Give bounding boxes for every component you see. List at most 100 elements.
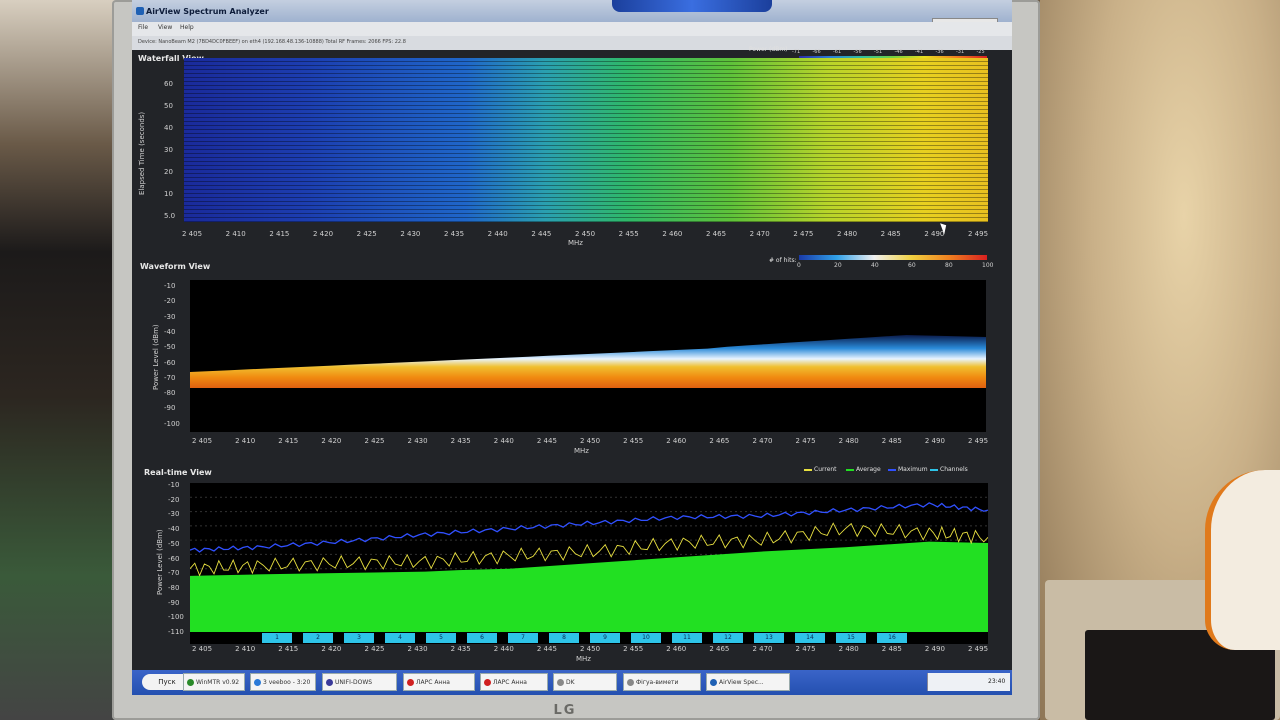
legend-item-maximum: Maximum [888, 466, 928, 473]
channel-marker: 2 [303, 633, 333, 643]
legend-item-average: Average [846, 466, 881, 473]
waveform-ytick: -80 [164, 389, 176, 398]
taskbar-button-label: Фігуа-вимети [636, 679, 679, 686]
realtime-ytick: -110 [168, 628, 184, 636]
waveform-xtick: 2 485 [881, 437, 902, 445]
waveform-svg [190, 335, 986, 388]
waveform-plot[interactable] [190, 280, 986, 432]
waterfall-xtick: 2 460 [662, 230, 683, 238]
waterfall-xtick: 2 475 [793, 230, 814, 238]
waveform-xtick: 2 410 [235, 437, 256, 445]
realtime-xtick: 2 455 [623, 645, 644, 653]
waveform-ytick: -20 [164, 297, 176, 306]
legend-label: Average [856, 466, 881, 473]
menu-help[interactable]: Help [180, 24, 194, 31]
waterfall-xtick: 2 490 [924, 230, 945, 238]
series-maximum [190, 502, 988, 553]
app-icon [484, 679, 491, 686]
waveform-xtick: 2 435 [450, 437, 471, 445]
taskbar-button[interactable]: 3 veeboo - 3:20 [250, 673, 316, 691]
waveform-ytick: -100 [164, 419, 180, 428]
waterfall-ytick: 60 [164, 80, 173, 88]
waterfall-xtick: 2 470 [749, 230, 770, 238]
taskbar-button-label: ЛАРС Анна [416, 679, 450, 686]
waveform-ytick: -50 [164, 343, 176, 352]
monitor-screen: AirView Spectrum Analyzer Reset All Data… [132, 0, 1012, 695]
waterfall-xtick: 2 440 [487, 230, 508, 238]
realtime-xtick: 2 405 [192, 645, 213, 653]
taskbar-button[interactable]: Фігуа-вимети [623, 673, 701, 691]
realtime-xlabel: MHz [576, 655, 591, 663]
hits-colorbar-tick: 40 [871, 262, 879, 269]
waveform-band [190, 335, 986, 388]
waterfall-ytick: 20 [164, 168, 173, 176]
waveform-xtick: 2 470 [752, 437, 773, 445]
realtime-xtick: 2 495 [968, 645, 989, 653]
app-icon [710, 679, 717, 686]
waterfall-ytick: 30 [164, 146, 173, 154]
channel-marker: 3 [344, 633, 374, 643]
waveform-xtick: 2 465 [709, 437, 730, 445]
channel-marker: 15 [836, 633, 866, 643]
power-colorbar-tick: -31 [956, 49, 965, 55]
power-colorbar-tick: -51 [874, 49, 883, 55]
taskbar-button[interactable]: ЛАРС Анна [403, 673, 475, 691]
power-colorbar-tick: -36 [935, 49, 944, 55]
legend-swatch-icon [804, 468, 812, 471]
waterfall-xtick: 2 430 [400, 230, 421, 238]
taskbar-button[interactable]: DK [553, 673, 617, 691]
waterfall-xtick: 2 435 [444, 230, 465, 238]
taskbar-button[interactable]: AirView Spec... [706, 673, 790, 691]
hits-colorbar-tick: 0 [797, 262, 801, 269]
channel-marker: 14 [795, 633, 825, 643]
taskbar-button[interactable]: WinMTR v0.92 [183, 673, 245, 691]
legend-label: Current [814, 466, 837, 473]
realtime-ytick: -50 [168, 539, 180, 548]
monitor-logo: LG [553, 703, 577, 718]
channel-marker: 5 [426, 633, 456, 643]
legend-swatch-icon [846, 468, 854, 471]
realtime-ytick: -80 [168, 583, 180, 592]
waveform-xtick: 2 460 [666, 437, 687, 445]
waveform-xtick: 2 480 [838, 437, 859, 445]
realtime-xtick: 2 470 [752, 645, 773, 653]
taskbar-button-label: AirView Spec... [719, 679, 764, 686]
waterfall-ytick: 50 [164, 102, 173, 110]
channel-marker: 6 [467, 633, 497, 643]
analyzer-main: Waterfall View Power (dBm) Elapsed Time … [132, 46, 1012, 670]
realtime-svg [190, 496, 988, 633]
realtime-ytick: -100 [168, 613, 184, 622]
window-titlebar[interactable]: AirView Spectrum Analyzer Reset All Data [132, 0, 1012, 34]
menu-bar: File View Help [132, 22, 1012, 36]
waterfall-xtick: 2 405 [182, 230, 203, 238]
realtime-xtick: 2 450 [580, 645, 601, 653]
waveform-xtick: 2 430 [407, 437, 428, 445]
channel-marker: 13 [754, 633, 784, 643]
power-colorbar-tick: -61 [833, 49, 842, 55]
waveform-xtick: 2 425 [364, 437, 385, 445]
channel-strip: 1 2 3 4 5 6 7 8 9 10 11 12 13 14 15 16 [190, 632, 988, 644]
menu-view[interactable]: View [158, 24, 172, 31]
app-icon [136, 7, 144, 15]
waterfall-xtick: 2 465 [706, 230, 727, 238]
taskbar-button[interactable]: UNIFI-DOWS [322, 673, 397, 691]
device-info: Device: NanoBeam M2 (7BD4DC0FBEEF) on et… [138, 39, 406, 45]
titlebar-glow [612, 0, 772, 12]
realtime-plot[interactable] [190, 483, 988, 633]
waveform-xtick: 2 420 [321, 437, 342, 445]
device-info-bar: Device: NanoBeam M2 (7BD4DC0FBEEF) on et… [132, 36, 1012, 50]
legend-label: Maximum [898, 466, 928, 473]
waterfall-ytick: 5.0 [164, 212, 176, 220]
waterfall-plot[interactable] [184, 58, 988, 222]
menu-file[interactable]: File [138, 24, 148, 31]
taskbar-button[interactable]: ЛАРС Анна [480, 673, 548, 691]
realtime-xtick: 2 420 [321, 645, 342, 653]
waveform-title: Waveform View [140, 262, 211, 271]
channel-marker: 12 [713, 633, 743, 643]
realtime-ytick: -70 [168, 569, 180, 578]
legend-label: Channels [940, 466, 968, 473]
power-colorbar-title: Power (dBm) [749, 46, 788, 53]
waterfall-ylabel: Elapsed Time (seconds) [138, 111, 146, 195]
waterfall-xtick: 2 480 [837, 230, 858, 238]
taskbar: Пуск 23:40 WinMTR v0.92 3 veeboo - 3:20 UN… [132, 670, 1012, 695]
